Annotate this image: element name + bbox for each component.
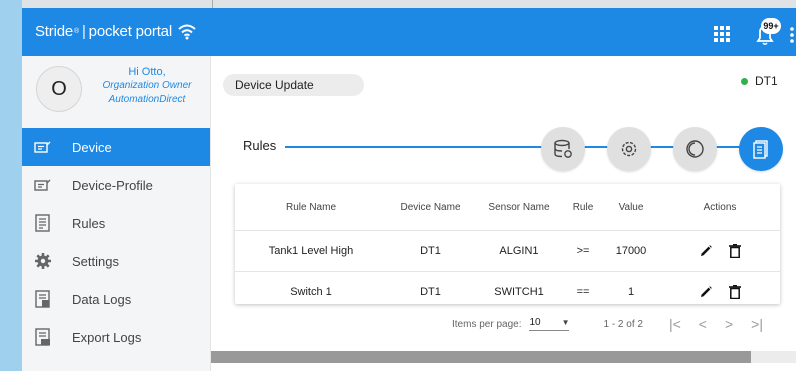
sidebar-item-device-profile[interactable]: Device-Profile bbox=[22, 166, 210, 204]
sidebar-item-settings[interactable]: Settings bbox=[22, 242, 210, 280]
sidebar-item-data-logs[interactable]: Data Logs bbox=[22, 280, 210, 318]
column-header[interactable]: Value bbox=[602, 184, 660, 231]
rule-operator-cell: == bbox=[576, 286, 590, 298]
sidebar-item-label: Data Logs bbox=[72, 291, 132, 307]
brand-portal: pocket portal bbox=[88, 23, 172, 40]
next-page-icon[interactable]: > bbox=[725, 316, 733, 332]
wifi-icon bbox=[178, 24, 196, 39]
trademark-mark: ® bbox=[74, 28, 79, 35]
table-header-row: Rule Name Device Name Sensor Name Rule V… bbox=[235, 184, 780, 231]
rules-step-button[interactable] bbox=[739, 127, 783, 171]
section-title: Rules bbox=[243, 138, 277, 153]
table-row: Tank1 Level High DT1 ALGIN1 >= 17000 bbox=[235, 230, 780, 272]
divider bbox=[212, 0, 213, 8]
rules-icon bbox=[33, 213, 53, 233]
avatar[interactable]: O bbox=[36, 66, 82, 112]
apps-grid-icon[interactable] bbox=[714, 26, 730, 42]
gear-icon bbox=[33, 251, 53, 271]
sidebar-item-label: Device-Profile bbox=[72, 177, 153, 193]
sidebar-item-label: Export Logs bbox=[72, 329, 142, 345]
online-status-dot bbox=[741, 77, 748, 85]
rule-name-cell: Switch 1 bbox=[290, 286, 332, 298]
column-header[interactable]: Rule Name bbox=[235, 184, 387, 231]
device-name-cell: DT1 bbox=[420, 286, 441, 298]
items-per-page-label: Items per page: bbox=[452, 318, 522, 330]
sidebar-item-label: Rules bbox=[72, 215, 106, 231]
device-update-chip[interactable]: Device Update bbox=[223, 74, 364, 96]
rule-name-cell: Tank1 Level High bbox=[235, 230, 387, 272]
greeting: Hi Otto, bbox=[128, 66, 166, 78]
page-range: 1 - 2 of 2 bbox=[603, 318, 643, 330]
last-page-icon[interactable]: >| bbox=[751, 316, 763, 332]
window-top-edge bbox=[22, 0, 796, 8]
sidebar-item-device[interactable]: Device bbox=[22, 128, 210, 166]
actions-cell bbox=[660, 230, 780, 272]
rules-table-card: Rule Name Device Name Sensor Name Rule V… bbox=[235, 184, 780, 304]
database-step-button[interactable] bbox=[541, 127, 585, 171]
user-profile: O Hi Otto, Organization Owner Automation… bbox=[22, 56, 210, 128]
main-content: Device Update DT1 Rules Rule Name Device… bbox=[211, 56, 796, 371]
sidebar-item-rules[interactable]: Rules bbox=[22, 204, 210, 242]
device-status: DT1 bbox=[741, 74, 778, 88]
sidebar-item-label: Device bbox=[72, 139, 112, 155]
table-row: Switch 1 DT1 SWITCH1 == 1 bbox=[235, 272, 780, 313]
brand-separator: | bbox=[81, 23, 86, 40]
sidebar-item-label: Settings bbox=[72, 253, 119, 269]
items-per-page-value: 10 bbox=[529, 317, 541, 328]
first-page-icon[interactable]: |< bbox=[669, 316, 681, 332]
edit-icon[interactable] bbox=[699, 244, 713, 258]
sidebar-menu: Device Device-Profile Rules Settings Dat… bbox=[22, 128, 210, 356]
scrollbar-thumb[interactable] bbox=[211, 351, 751, 363]
data-logs-icon bbox=[33, 289, 53, 309]
export-logs-icon bbox=[33, 327, 53, 347]
chevron-down-icon: ▼ bbox=[561, 318, 570, 327]
brand-name: Stride bbox=[35, 23, 73, 40]
prev-page-icon[interactable]: < bbox=[699, 316, 707, 332]
edit-icon[interactable] bbox=[699, 285, 713, 299]
sensor-name-cell: SWITCH1 bbox=[494, 286, 544, 298]
device-name: DT1 bbox=[755, 74, 778, 88]
greeting-block: Hi Otto, Organization Owner AutomationDi… bbox=[92, 65, 202, 107]
device-icon bbox=[33, 137, 53, 157]
page-navigation: |< < > >| bbox=[669, 316, 763, 332]
delete-icon[interactable] bbox=[729, 244, 741, 258]
actions-cell bbox=[660, 272, 780, 313]
column-header: Actions bbox=[660, 184, 780, 231]
value-cell: 1 bbox=[627, 286, 635, 298]
circle-progress-icon bbox=[686, 140, 704, 158]
column-header[interactable]: Sensor Name bbox=[474, 184, 564, 231]
notification-badge: 99+ bbox=[761, 18, 781, 34]
more-vert-icon[interactable] bbox=[789, 26, 795, 44]
column-header[interactable]: Device Name bbox=[387, 184, 474, 231]
settings-step-button[interactable] bbox=[607, 127, 651, 171]
column-header[interactable]: Rule bbox=[564, 184, 602, 231]
items-per-page-select[interactable]: 10 ▼ bbox=[529, 317, 570, 331]
app-bar: Stride ® | pocket portal 99+ bbox=[22, 8, 796, 56]
value-cell: 17000 bbox=[602, 230, 660, 272]
rules-table: Rule Name Device Name Sensor Name Rule V… bbox=[235, 184, 780, 312]
brand-logo[interactable]: Stride ® | pocket portal bbox=[35, 23, 196, 40]
horizontal-scrollbar[interactable] bbox=[211, 351, 796, 363]
organization-name: AutomationDirect bbox=[108, 94, 186, 105]
device-name-cell: DT1 bbox=[387, 230, 474, 272]
delete-icon[interactable] bbox=[729, 285, 741, 299]
sidebar-item-export-logs[interactable]: Export Logs bbox=[22, 318, 210, 356]
sidebar: O Hi Otto, Organization Owner Automation… bbox=[22, 56, 211, 371]
progress-step-button[interactable] bbox=[673, 127, 717, 171]
paginator: Items per page: 10 ▼ 1 - 2 of 2 |< < > >… bbox=[452, 316, 763, 332]
database-icon bbox=[554, 139, 572, 158]
user-role: Organization Owner bbox=[102, 80, 192, 91]
rules-document-icon bbox=[753, 140, 768, 159]
app-window: Stride ® | pocket portal 99+ O Hi Otto, … bbox=[22, 0, 796, 371]
gear-icon bbox=[621, 141, 637, 157]
rule-operator-cell: >= bbox=[564, 230, 602, 272]
sensor-name-cell: ALGIN1 bbox=[474, 230, 564, 272]
device-profile-icon bbox=[33, 175, 53, 195]
